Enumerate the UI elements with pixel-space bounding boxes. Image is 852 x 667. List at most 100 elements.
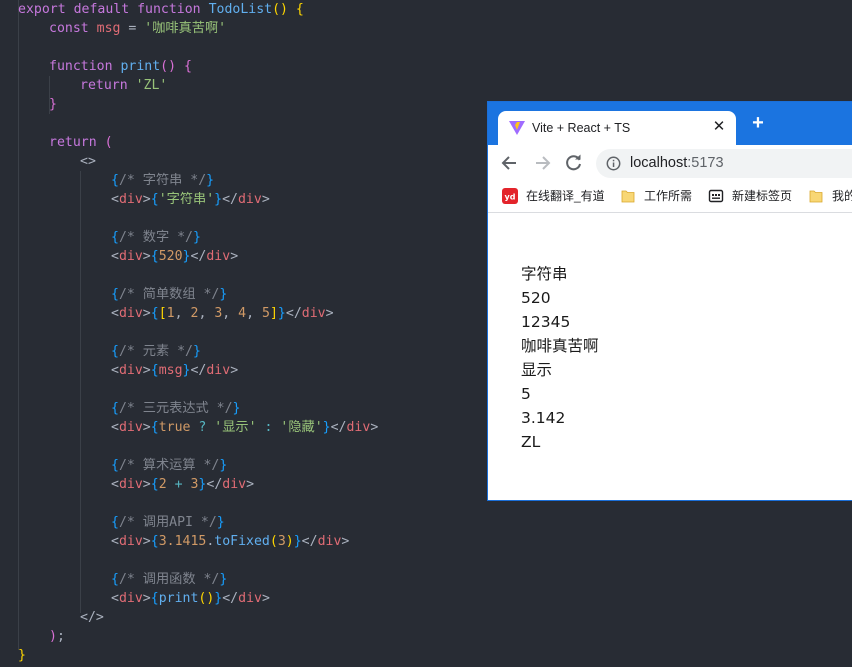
bookmark-label: 新建标签页 [732, 189, 793, 203]
code-token: print [158, 591, 199, 606]
code-line: {/* 三元表达式 */} [111, 399, 240, 418]
code-line: <div>{3.1415.toFixed(3)}</div> [111, 532, 349, 551]
bookmark-label: 在线翻译_有道 [526, 189, 605, 203]
code-token: default [73, 2, 138, 17]
code-token: + [174, 477, 191, 492]
code-token: < [111, 534, 119, 549]
code-token: </ [206, 477, 223, 492]
code-token: > [142, 192, 151, 207]
code-token: > [246, 477, 255, 492]
code-token: 520 [158, 249, 183, 264]
code-token: /* 简单数组 */ [118, 287, 220, 302]
code-token: { [111, 287, 119, 302]
info-icon[interactable] [606, 156, 621, 171]
code-token: { [150, 306, 159, 321]
code-line: ); [49, 627, 65, 646]
code-token: div [222, 477, 247, 492]
code-token: msg [158, 363, 183, 378]
browser-window: Vite + React + TS ✕ + localhost:5173 yd … [487, 101, 852, 501]
code-token: } [192, 230, 201, 245]
code-token: > [230, 363, 239, 378]
indent-guide [18, 0, 19, 650]
reload-icon[interactable] [564, 153, 584, 173]
code-token: /* 调用API */ [118, 515, 217, 530]
code-line: {/* 元素 */} [111, 342, 201, 361]
output-line: 显示 [521, 361, 553, 379]
tab-strip: Vite + React + TS ✕ + [488, 102, 852, 145]
code-line: {/* 数字 */} [111, 228, 201, 247]
code-token: </ [330, 420, 347, 435]
code-token: </ [222, 192, 238, 207]
code-line: <div>{print()}</div> [111, 589, 270, 608]
code-line: {/* 调用API */} [111, 513, 225, 532]
code-token: 4 [238, 306, 247, 321]
code-line: {/* 字符串 */} [111, 171, 214, 190]
code-token: { [111, 572, 119, 587]
address-bar[interactable]: localhost:5173 [596, 149, 852, 178]
code-token: > [370, 420, 379, 435]
code-token: </ [190, 249, 207, 264]
code-line: <div>{'字符串'}</div> [111, 190, 270, 209]
close-tab-icon[interactable]: ✕ [712, 118, 726, 136]
output-line: 3.142 [521, 409, 566, 427]
code-token: < [111, 363, 119, 378]
code-token: > [142, 591, 151, 606]
code-token: 3 [277, 534, 286, 549]
code-token: { [111, 458, 119, 473]
code-token: < [111, 477, 119, 492]
code-token: export [18, 2, 74, 17]
code-line: {/* 调用函数 */} [111, 570, 227, 589]
code-token: > [341, 534, 350, 549]
code-line: } [18, 646, 26, 665]
code-token: } [232, 401, 241, 416]
code-token: div [118, 420, 143, 435]
code-token: function [49, 59, 121, 74]
code-line: return ( [49, 133, 113, 152]
code-token: /* 数字 */ [118, 230, 193, 245]
new-tab-page-icon [708, 189, 724, 203]
browser-toolbar: localhost:5173 [488, 145, 852, 181]
code-token: ) [285, 534, 294, 549]
code-line: export default function TodoList() { [18, 0, 304, 19]
code-token: function [137, 2, 209, 17]
code-token: < [111, 591, 119, 606]
code-line: <div>{[1, 2, 3, 4, 5]}</div> [111, 304, 334, 323]
code-token: > [142, 306, 151, 321]
code-line: {/* 简单数组 */} [111, 285, 227, 304]
code-token: '字符串' [158, 192, 215, 207]
code-token: { [111, 515, 119, 530]
code-token: </ [285, 306, 302, 321]
code-token: true [158, 420, 199, 435]
code-token: { [111, 230, 119, 245]
code-token: /* 字符串 */ [118, 173, 207, 188]
code-token: { [150, 363, 159, 378]
code-token: > [261, 591, 270, 606]
code-token: div [317, 534, 342, 549]
code-token: > [230, 249, 239, 264]
code-token: div [301, 306, 326, 321]
code-token: const [49, 21, 97, 36]
code-token: : [264, 420, 281, 435]
code-token: [ [158, 306, 167, 321]
code-token: , [246, 306, 263, 321]
code-token: ( [269, 534, 278, 549]
new-tab-button[interactable]: + [750, 113, 766, 133]
code-token: div [237, 192, 262, 207]
code-token: , [174, 306, 191, 321]
browser-tab[interactable]: Vite + React + TS ✕ [498, 111, 736, 145]
forward-arrow-icon[interactable] [532, 153, 552, 173]
code-token: msg [96, 21, 129, 36]
code-token: } [219, 287, 228, 302]
code-token: '隐藏' [280, 420, 323, 435]
code-token: div [118, 249, 143, 264]
code-line: <div>{msg}</div> [111, 361, 238, 380]
back-arrow-icon[interactable] [500, 153, 520, 173]
code-token: div [118, 363, 143, 378]
url-text: localhost:5173 [630, 155, 724, 171]
code-token: 2 [158, 477, 175, 492]
bookmark-label: 工作所需 [644, 189, 693, 203]
code-line: <div>{true ? '显示' : '隐藏'}</div> [111, 418, 378, 437]
code-token: div [118, 306, 143, 321]
code-token: } [206, 173, 215, 188]
code-token: } [293, 534, 302, 549]
